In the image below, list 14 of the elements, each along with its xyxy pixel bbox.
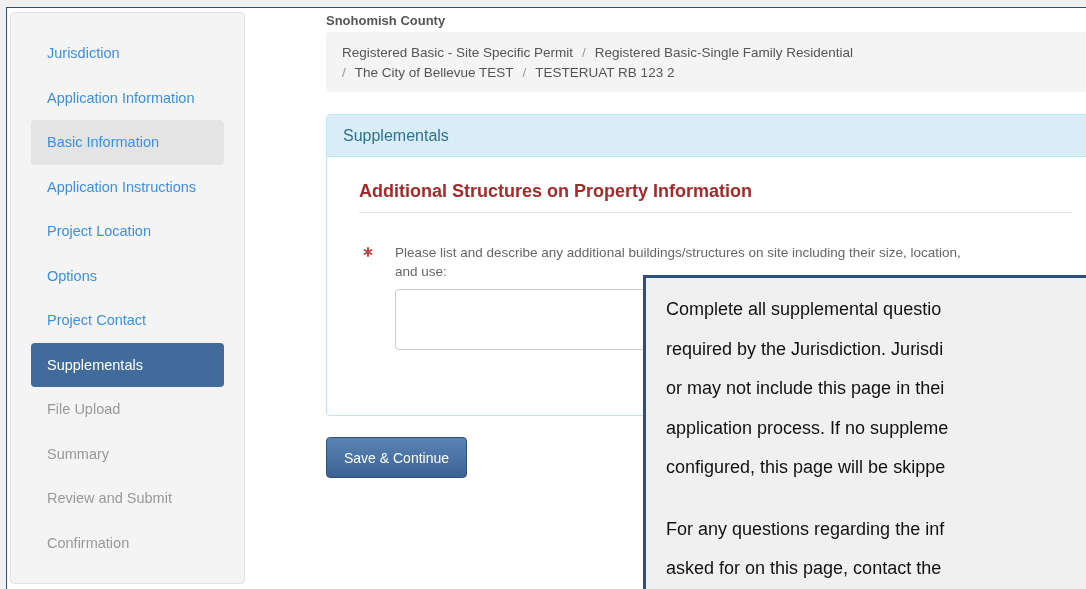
callout-text: Complete all supplemental questio bbox=[666, 298, 942, 321]
callout-text: configured, this page will be skippe bbox=[666, 456, 946, 479]
callout-text: asked for on this page, contact the bbox=[666, 557, 942, 580]
question-label: Please list and describe any additional buildings/structures on site including their size, location, and use: bbox=[395, 244, 962, 281]
callout-text: application process. If no suppleme bbox=[666, 416, 949, 440]
breadcrumb-separator: / bbox=[342, 64, 347, 80]
breadcrumb-separator: / bbox=[581, 44, 587, 60]
callout-text: required by the Jurisdiction. Jurisdi bbox=[666, 337, 944, 361]
agency-name: Snohomish County bbox=[326, 12, 446, 30]
breadcrumb-separator: / bbox=[521, 64, 528, 80]
section-title: Additional Structures on Property Information bbox=[359, 181, 1072, 213]
callout-text: For any questions regarding the inf bbox=[666, 517, 945, 541]
panel-title: Supplementals bbox=[343, 127, 449, 144]
callout-text: or may not include this page in thei bbox=[666, 377, 945, 400]
